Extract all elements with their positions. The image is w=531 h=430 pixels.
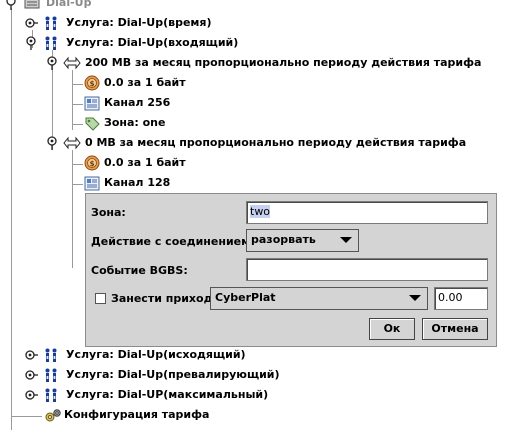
event-label: Событие BGBS:: [91, 264, 188, 277]
tree-node-label: Конфигурация тарифа: [64, 408, 210, 421]
tree-node-label: 200 MB за месяц пропорционально периоду …: [85, 56, 482, 69]
income-amount-value: 0.00: [438, 291, 463, 304]
expand-handle-icon[interactable]: [24, 368, 39, 382]
tree-node-label: Услуга: Dial-Up(превалирующий): [66, 368, 280, 381]
chevron-down-icon: [340, 237, 352, 243]
tree-node-label: 0 MB за месяц пропорционально периоду де…: [85, 136, 467, 149]
action-select-value: разорвать: [251, 233, 316, 246]
zone-label: Зона:: [91, 206, 126, 219]
traffic-exchange-icon: [63, 56, 81, 76]
collapse-handle-icon[interactable]: [45, 56, 60, 70]
event-input[interactable]: [246, 258, 488, 281]
channel-icon: [84, 96, 100, 117]
tree-node-label: Канал 256: [104, 96, 171, 109]
action-select[interactable]: разорвать: [246, 229, 359, 252]
cancel-button[interactable]: Отмена: [422, 318, 488, 340]
server-icon: [24, 0, 40, 15]
expand-handle-icon[interactable]: [24, 348, 39, 362]
tree-node-label: Услуга: Dial-Up(время): [66, 16, 212, 29]
zone-editor-panel: Зона: two Действие с соединением: разорв…: [85, 193, 497, 347]
svg-text:$: $: [90, 160, 95, 168]
tree-node-label: Услуга: Dial-UP(максимальный): [66, 388, 269, 401]
tree-node-label: Услуга: Dial-Up(входящий): [66, 36, 239, 49]
income-label: Занести приход:: [111, 292, 217, 305]
tree-node-label: Зона: one: [104, 116, 166, 129]
collapse-handle-icon[interactable]: [45, 136, 60, 150]
collapse-handle-icon[interactable]: [24, 36, 39, 50]
tree-node-label: Канал 128: [104, 176, 171, 189]
modem-service-icon: [44, 36, 58, 57]
cancel-button-label: Отмена: [431, 322, 479, 335]
svg-text:$: $: [90, 80, 95, 88]
expand-handle-icon[interactable]: [24, 388, 39, 402]
ok-button-label: Ок: [383, 322, 401, 335]
modem-service-icon: [44, 16, 58, 37]
zone-input-value: two: [250, 205, 271, 218]
modem-service-icon: [44, 388, 58, 409]
tree-node-label: 0.0 за 1 байт: [104, 156, 186, 169]
chevron-down-icon: [409, 295, 421, 301]
collapse-handle-icon[interactable]: [4, 0, 19, 10]
income-source-value: CyberPlat: [215, 291, 276, 304]
ok-button[interactable]: Ок: [369, 318, 415, 340]
coin-icon: $: [84, 75, 100, 97]
zone-input[interactable]: two: [246, 201, 488, 224]
tree-node-label: 0.0 за 1 байт: [104, 76, 186, 89]
action-label: Действие с соединением:: [91, 235, 255, 248]
coin-icon: $: [84, 155, 100, 177]
modem-service-icon: [44, 368, 58, 389]
modem-service-icon: [44, 348, 58, 369]
gears-icon: [44, 408, 62, 429]
income-source-select[interactable]: CyberPlat: [210, 287, 428, 310]
income-amount-input[interactable]: 0.00: [434, 287, 488, 310]
tree-node-label: Dial-Up: [46, 0, 92, 9]
tree-node-label: Услуга: Dial-Up(исходящий): [66, 348, 246, 361]
income-checkbox[interactable]: [95, 293, 106, 304]
traffic-exchange-icon: [63, 136, 81, 156]
expand-handle-icon[interactable]: [24, 16, 39, 30]
